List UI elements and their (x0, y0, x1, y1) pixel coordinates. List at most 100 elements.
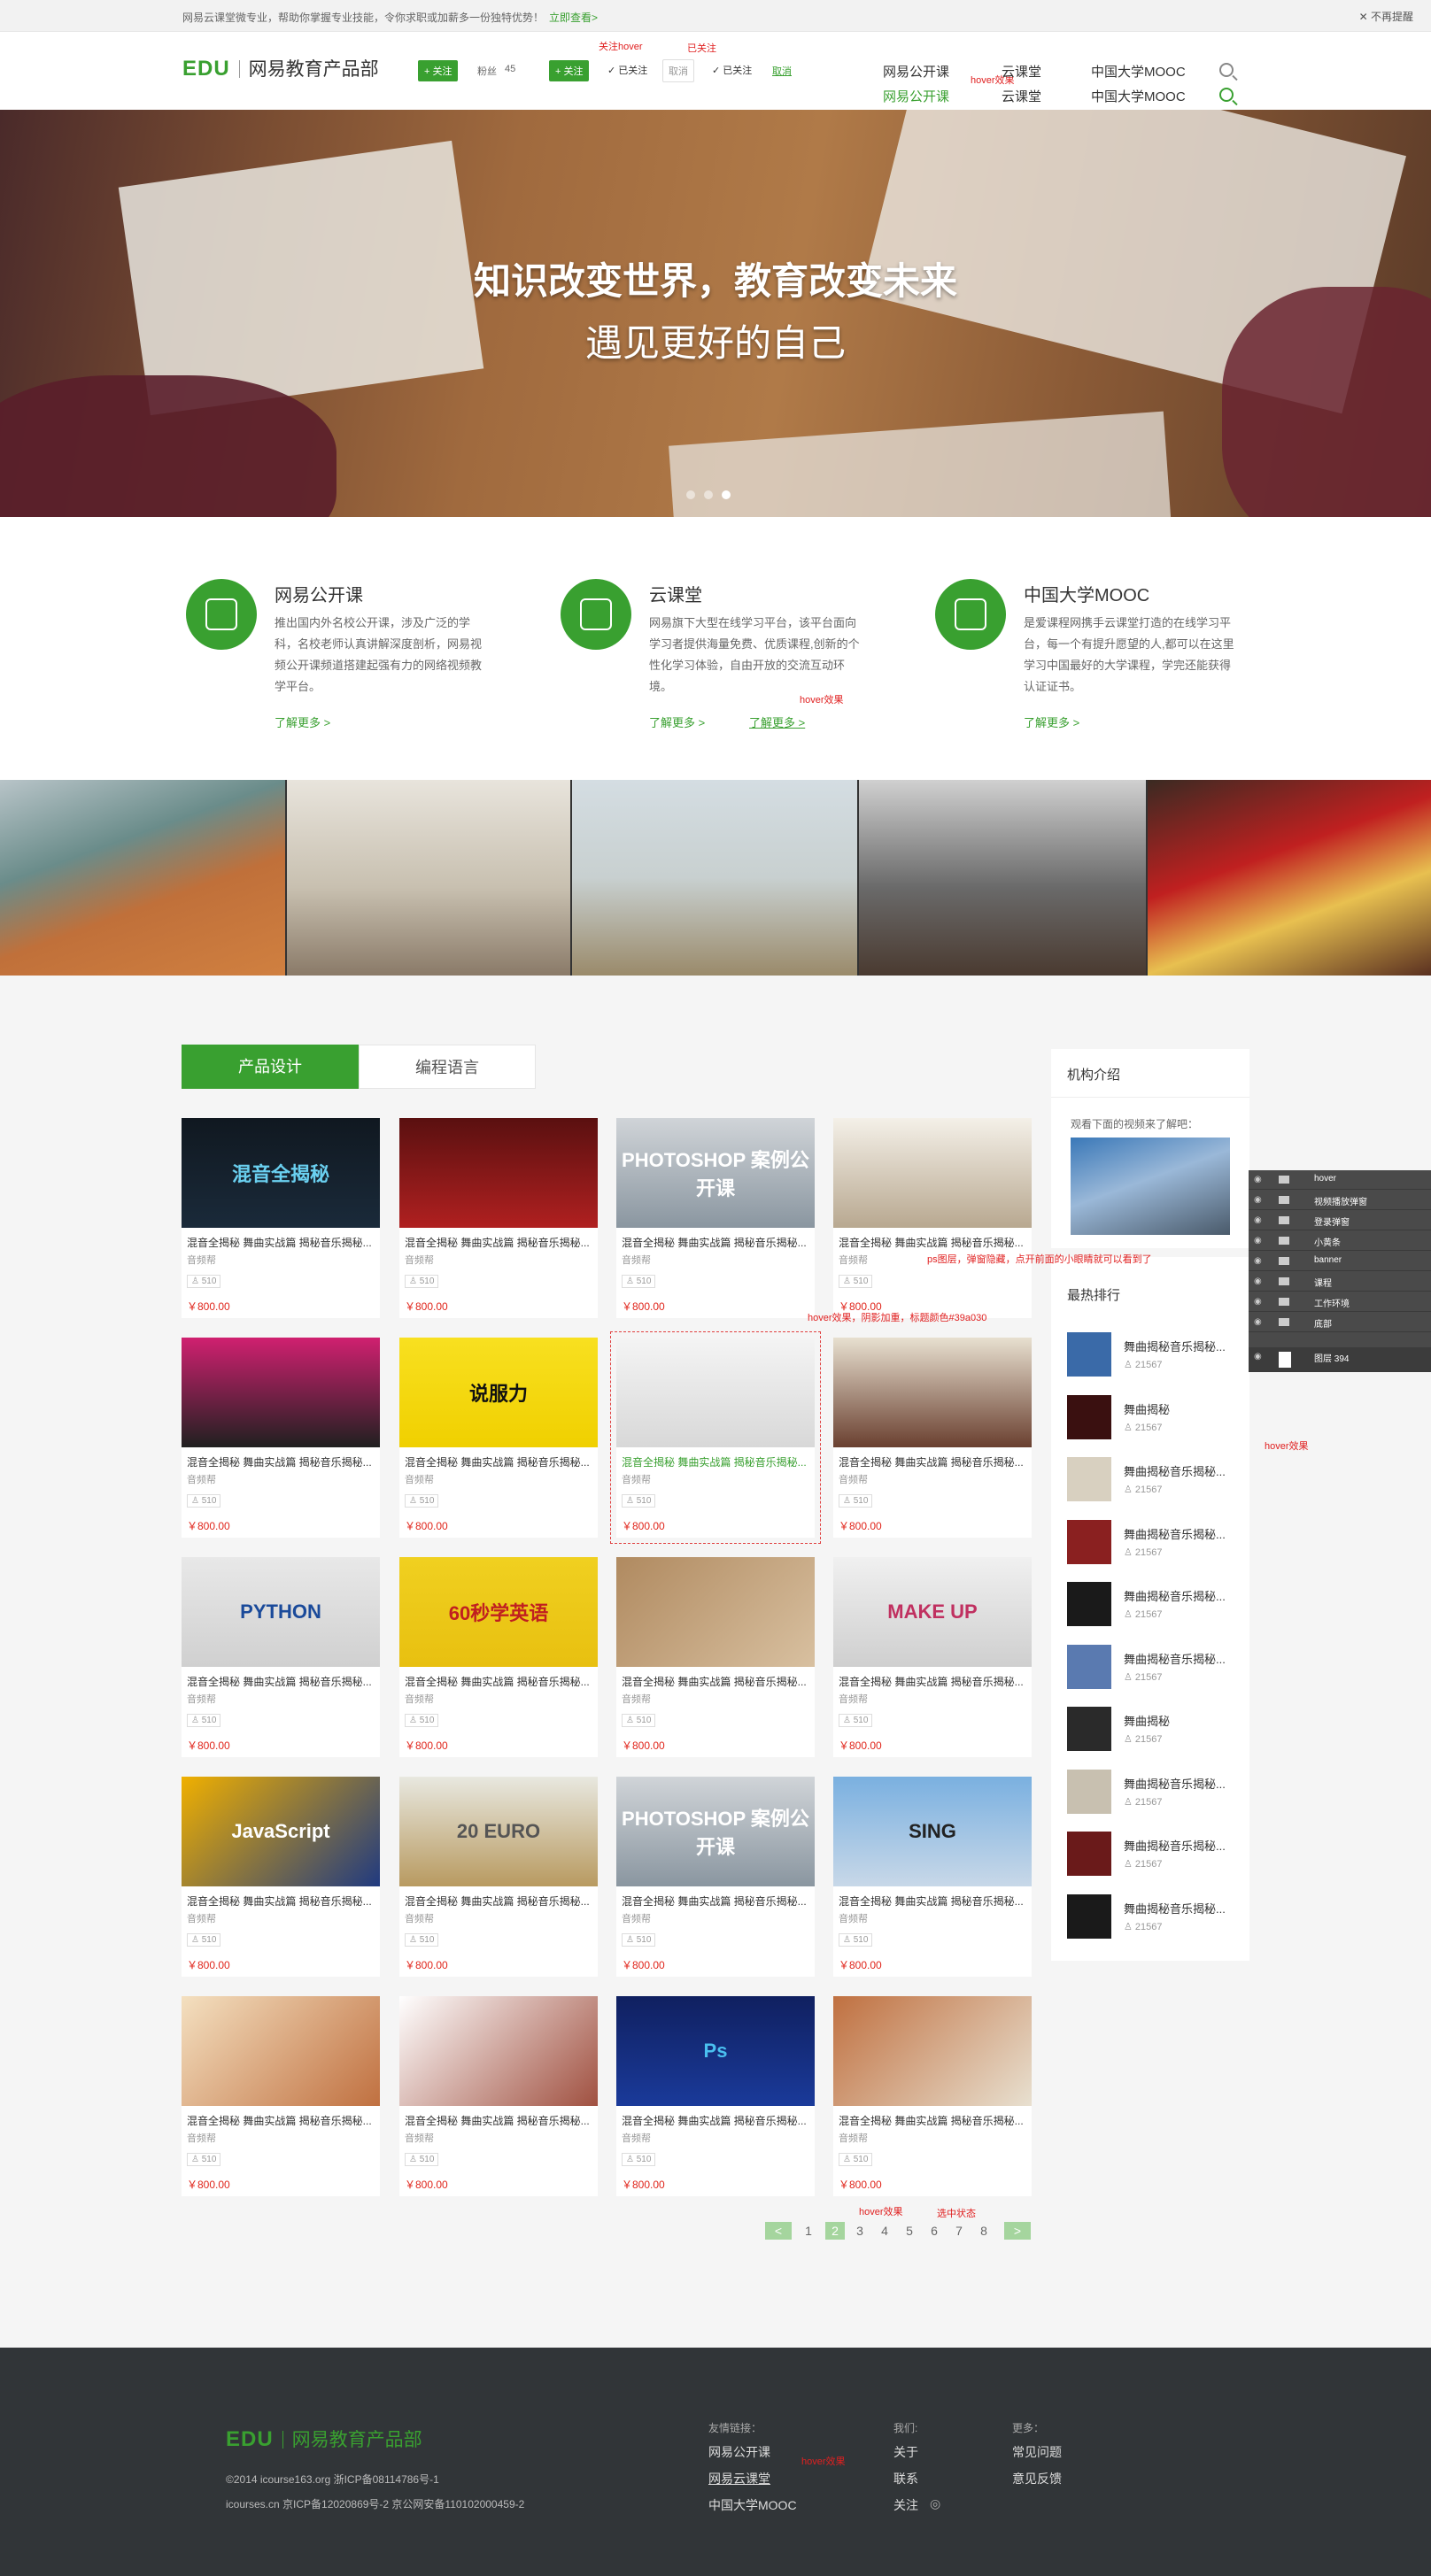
course-title[interactable]: 混音全揭秘 舞曲实战篇 揭秘音乐揭秘... (622, 1454, 809, 1469)
follow-hover-button[interactable]: + 关注 (549, 60, 590, 81)
nav-item-cloud[interactable]: 云课堂 (1002, 87, 1041, 105)
course-card[interactable]: 混音全揭秘 舞曲实战篇 揭秘音乐揭秘... 音频帮 ♙ 510 ￥800.00 (833, 1338, 1032, 1538)
cancel-link[interactable]: 取消 (772, 64, 792, 78)
ps-layer[interactable]: ◉ hover (1249, 1170, 1431, 1190)
learn-more-link[interactable]: 了解更多 > (1024, 713, 1079, 730)
course-thumbnail[interactable] (833, 1338, 1032, 1447)
nav-item-opencourse-hover[interactable]: 网易公开课 (883, 87, 949, 105)
course-card[interactable]: 20 EURO 混音全揭秘 舞曲实战篇 揭秘音乐揭秘... 音频帮 ♙ 510 ￥800… (399, 1777, 598, 1977)
page-6[interactable]: 6 (924, 2222, 944, 2240)
followed-button[interactable]: ✓ 已关注 (602, 59, 654, 81)
rank-thumbnail[interactable] (1067, 1582, 1111, 1626)
course-card[interactable]: 混音全揭秘 舞曲实战篇 揭秘音乐揭秘... 音频帮 ♙ 510 ￥800.00 (833, 1996, 1032, 2196)
rank-title[interactable]: 舞曲揭秘音乐揭秘... (1124, 1900, 1239, 1917)
rank-title[interactable]: 舞曲揭秘音乐揭秘... (1124, 1525, 1239, 1542)
cancel-button[interactable]: 取消 (662, 59, 694, 82)
rank-item[interactable]: 舞曲揭秘音乐揭秘... ♙ 21567 (1067, 1332, 1244, 1377)
ps-layer[interactable]: ◉ 底部 (1249, 1313, 1431, 1332)
course-title[interactable]: 混音全揭秘 舞曲实战篇 揭秘音乐揭秘... (405, 1674, 592, 1689)
ps-layer[interactable]: ◉ 课程 (1249, 1272, 1431, 1292)
course-title[interactable]: 混音全揭秘 舞曲实战篇 揭秘音乐揭秘... (187, 1454, 375, 1469)
footer-link-cloud[interactable]: 网易云课堂 (708, 2470, 770, 2487)
carousel-dot[interactable] (686, 490, 695, 499)
notice-link[interactable]: 立即查看> (549, 12, 598, 24)
page-4[interactable]: 4 (875, 2222, 894, 2240)
rank-item[interactable]: 舞曲揭秘音乐揭秘... ♙ 21567 (1067, 1832, 1244, 1876)
page-1[interactable]: 1 (799, 2222, 818, 2240)
course-card[interactable]: Ps 混音全揭秘 舞曲实战篇 揭秘音乐揭秘... 音频帮 ♙ 510 ￥800.00 (616, 1996, 815, 2196)
eye-icon[interactable]: ◉ (1254, 1236, 1262, 1246)
carousel-dot-active[interactable] (722, 490, 731, 499)
rank-thumbnail[interactable] (1067, 1332, 1111, 1377)
course-thumbnail[interactable]: PYTHON (182, 1557, 380, 1667)
course-title[interactable]: 混音全揭秘 舞曲实战篇 揭秘音乐揭秘... (622, 1674, 809, 1689)
course-thumbnail[interactable]: PHOTOSHOP 案例公开课 (616, 1777, 815, 1886)
course-thumbnail[interactable] (616, 1338, 815, 1447)
next-page-button[interactable]: > (1004, 2222, 1031, 2240)
footer-logo[interactable]: EDU 网易教育产品部 (226, 2426, 422, 2452)
course-title[interactable]: 混音全揭秘 舞曲实战篇 揭秘音乐揭秘... (839, 2113, 1026, 2128)
rank-thumbnail[interactable] (1067, 1893, 1111, 1939)
course-card[interactable]: 混音全揭秘 舞曲实战篇 揭秘音乐揭秘... 音频帮 ♙ 510 ￥800.00 (833, 1118, 1032, 1318)
ps-layer[interactable]: ◉ 登录弹窗 (1249, 1211, 1431, 1230)
course-title[interactable]: 混音全揭秘 舞曲实战篇 揭秘音乐揭秘... (187, 1674, 375, 1689)
rank-title[interactable]: 舞曲揭秘音乐揭秘... (1124, 1650, 1239, 1667)
course-thumbnail[interactable]: 60秒学英语 (399, 1557, 598, 1667)
course-thumbnail[interactable] (399, 1996, 598, 2106)
rank-item[interactable]: 舞曲揭秘 ♙ 21567 (1067, 1707, 1244, 1751)
rank-title[interactable]: 舞曲揭秘音乐揭秘... (1124, 1462, 1239, 1479)
course-title[interactable]: 混音全揭秘 舞曲实战篇 揭秘音乐揭秘... (839, 1235, 1026, 1250)
footer-about[interactable]: 关于 (893, 2443, 918, 2461)
course-card[interactable]: PHOTOSHOP 案例公开课 混音全揭秘 舞曲实战篇 揭秘音乐揭秘... 音频帮 ♙… (616, 1777, 815, 1977)
tab-programming[interactable]: 编程语言 (359, 1045, 536, 1089)
course-title[interactable]: 混音全揭秘 舞曲实战篇 揭秘音乐揭秘... (839, 1893, 1026, 1909)
rank-thumbnail[interactable] (1067, 1644, 1111, 1689)
eye-icon[interactable]: ◉ (1254, 1256, 1262, 1266)
ps-layer[interactable]: ◉ 视频播放弹窗 (1249, 1191, 1431, 1210)
course-title[interactable]: 混音全揭秘 舞曲实战篇 揭秘音乐揭秘... (187, 2113, 375, 2128)
course-thumbnail[interactable]: 混音全揭秘 (182, 1118, 380, 1228)
nav-item-mooc[interactable]: 中国大学MOOC (1091, 62, 1186, 81)
search-icon[interactable] (1219, 63, 1234, 77)
course-title[interactable]: 混音全揭秘 舞曲实战篇 揭秘音乐揭秘... (405, 1893, 592, 1909)
course-title[interactable]: 混音全揭秘 舞曲实战篇 揭秘音乐揭秘... (187, 1893, 375, 1909)
ps-layer[interactable]: ◉ 工作环境 (1249, 1292, 1431, 1312)
rank-thumbnail[interactable] (1067, 1519, 1111, 1564)
course-title[interactable]: 混音全揭秘 舞曲实战篇 揭秘音乐揭秘... (622, 1235, 809, 1250)
nav-item-cloud[interactable]: 云课堂 (1002, 62, 1041, 81)
ps-layer[interactable]: ◉ banner (1249, 1252, 1431, 1271)
eye-icon[interactable]: ◉ (1254, 1195, 1262, 1205)
course-title[interactable]: 混音全揭秘 舞曲实战篇 揭秘音乐揭秘... (405, 2113, 592, 2128)
rank-thumbnail[interactable] (1067, 1769, 1111, 1814)
course-thumbnail[interactable]: Ps (616, 1996, 815, 2106)
nav-item-opencourse[interactable]: 网易公开课 (883, 62, 949, 81)
course-card[interactable]: 混音全揭秘 混音全揭秘 舞曲实战篇 揭秘音乐揭秘... 音频帮 ♙ 510 ￥800.0… (182, 1118, 380, 1318)
course-title[interactable]: 混音全揭秘 舞曲实战篇 揭秘音乐揭秘... (405, 1454, 592, 1469)
course-title[interactable]: 混音全揭秘 舞曲实战篇 揭秘音乐揭秘... (187, 1235, 375, 1250)
rank-thumbnail[interactable] (1067, 1707, 1111, 1751)
course-card[interactable]: 说服力 混音全揭秘 舞曲实战篇 揭秘音乐揭秘... 音频帮 ♙ 510 ￥800.00 (399, 1338, 598, 1538)
page-3[interactable]: 3 (850, 2222, 870, 2240)
learn-more-link[interactable]: 了解更多 > (649, 713, 705, 730)
course-card[interactable]: SING 混音全揭秘 舞曲实战篇 揭秘音乐揭秘... 音频帮 ♙ 510 ￥800.00 (833, 1777, 1032, 1977)
learn-more-link[interactable]: 了解更多 > (275, 713, 330, 730)
course-title[interactable]: 混音全揭秘 舞曲实战篇 揭秘音乐揭秘... (622, 1893, 809, 1909)
course-title[interactable]: 混音全揭秘 舞曲实战篇 揭秘音乐揭秘... (839, 1454, 1026, 1469)
page-2-active[interactable]: 2 (825, 2222, 845, 2240)
course-card[interactable]: JavaScript 混音全揭秘 舞曲实战篇 揭秘音乐揭秘... 音频帮 ♙ 510 ￥… (182, 1777, 380, 1977)
course-card[interactable]: 混音全揭秘 舞曲实战篇 揭秘音乐揭秘... 音频帮 ♙ 510 ￥800.00 (182, 1338, 380, 1538)
ps-layer[interactable]: ◉ 小黄条 (1249, 1231, 1431, 1251)
notice-close[interactable]: ✕ 不再提醒 (1359, 9, 1413, 24)
eye-icon[interactable]: ◉ (1254, 1215, 1262, 1225)
weibo-icon[interactable]: ◎ (930, 2496, 940, 2511)
nav-item-mooc[interactable]: 中国大学MOOC (1091, 87, 1186, 105)
course-thumbnail[interactable]: SING (833, 1777, 1032, 1886)
rank-item[interactable]: 舞曲揭秘音乐揭秘... ♙ 21567 (1067, 1769, 1244, 1814)
rank-item[interactable]: 舞曲揭秘音乐揭秘... ♙ 21567 (1067, 1893, 1244, 1939)
eye-icon[interactable]: ◉ (1254, 1175, 1262, 1184)
course-card[interactable]: PHOTOSHOP 案例公开课 混音全揭秘 舞曲实战篇 揭秘音乐揭秘... 音频帮 ♙… (616, 1118, 815, 1318)
course-thumbnail[interactable]: 20 EURO (399, 1777, 598, 1886)
footer-faq[interactable]: 常见问题 (1012, 2443, 1062, 2461)
learn-more-link-hover[interactable]: 了解更多 > (749, 713, 805, 730)
rank-item[interactable]: 舞曲揭秘音乐揭秘... ♙ 21567 (1067, 1644, 1244, 1689)
